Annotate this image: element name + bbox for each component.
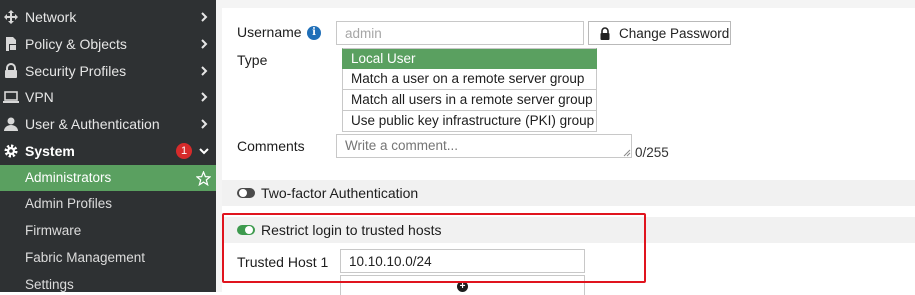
type-label: Type — [237, 52, 268, 68]
sidebar-item-user-authentication[interactable]: User & Authentication — [0, 111, 216, 137]
sidebar-subitem-fabric-management[interactable]: Fabric Management — [0, 245, 216, 271]
sidebar-item-label: Settings — [25, 277, 74, 292]
sidebar-item-policy-objects[interactable]: Policy & Objects — [0, 31, 216, 57]
type-option-local-user[interactable]: Local User — [342, 48, 597, 69]
resize-handle-icon[interactable] — [623, 149, 631, 157]
chevron-right-icon — [201, 66, 208, 76]
sidebar-item-label: Admin Profiles — [25, 196, 113, 211]
gear-icon — [4, 144, 18, 158]
sidebar-item-label: Network — [25, 9, 77, 25]
type-option-list: Local User Match a user on a remote serv… — [342, 48, 597, 132]
type-option-remote-user[interactable]: Match a user on a remote server group — [342, 69, 597, 90]
chevron-down-icon — [199, 148, 209, 155]
sidebar-item-label: VPN — [25, 89, 54, 105]
star-icon[interactable] — [196, 171, 211, 186]
two-factor-toggle[interactable] — [237, 188, 255, 198]
sidebar-item-label: Policy & Objects — [25, 36, 127, 52]
sidebar-item-label: User & Authentication — [25, 116, 160, 132]
comments-field[interactable] — [336, 134, 632, 158]
sidebar-subitem-firmware[interactable]: Firmware — [0, 218, 216, 244]
chevron-right-icon — [201, 39, 208, 49]
lock-icon — [600, 27, 610, 40]
sidebar-item-security-profiles[interactable]: Security Profiles — [0, 58, 216, 84]
sidebar-item-label: Fabric Management — [25, 250, 146, 265]
two-factor-section: Two-factor Authentication — [222, 180, 915, 206]
change-password-label: Change Password — [619, 26, 730, 41]
comments-label: Comments — [237, 138, 305, 154]
username-label: Username — [237, 24, 302, 40]
sidebar-item-label: System — [25, 143, 75, 159]
chevron-right-icon — [201, 92, 208, 102]
sidebar: Network Policy & Objects Security Profil… — [0, 0, 216, 292]
sidebar-item-label: Administrators — [25, 170, 112, 185]
chevron-right-icon — [201, 12, 208, 22]
sidebar-subitem-settings[interactable]: Settings — [0, 272, 216, 292]
chevron-right-icon — [201, 119, 208, 129]
sidebar-subitem-admin-profiles[interactable]: Admin Profiles — [0, 191, 216, 217]
username-field[interactable] — [336, 21, 584, 45]
sidebar-item-vpn[interactable]: VPN — [0, 84, 216, 110]
policy-objects-icon — [6, 37, 17, 51]
notification-badge: 1 — [176, 143, 192, 159]
type-option-remote-group[interactable]: Match all users in a remote server group — [342, 90, 597, 111]
sidebar-item-label: Firmware — [25, 223, 82, 238]
change-password-button[interactable]: Change Password — [588, 21, 731, 45]
type-option-pki-group[interactable]: Use public key infrastructure (PKI) grou… — [342, 111, 597, 132]
highlight-box — [222, 213, 646, 283]
monitor-icon — [3, 91, 19, 103]
sidebar-item-label: Security Profiles — [25, 63, 127, 79]
sidebar-item-network[interactable]: Network — [0, 4, 216, 30]
network-icon — [4, 10, 18, 24]
sidebar-subitem-administrators[interactable]: Administrators — [0, 165, 216, 191]
user-icon — [4, 117, 18, 131]
info-icon[interactable]: i — [307, 26, 321, 40]
sidebar-item-system[interactable]: System 1 — [0, 138, 216, 164]
lock-icon — [5, 63, 17, 78]
two-factor-label: Two-factor Authentication — [261, 185, 419, 201]
comments-counter: 0/255 — [635, 145, 669, 160]
